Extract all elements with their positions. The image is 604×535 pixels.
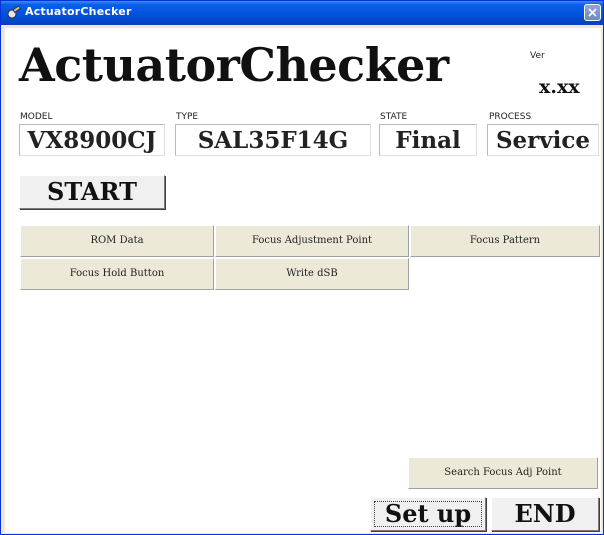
close-button[interactable]: [584, 4, 601, 21]
model-label: MODEL: [20, 112, 53, 122]
model-field: VX8900CJ: [19, 124, 165, 156]
start-button[interactable]: START: [19, 175, 165, 209]
app-title: ActuatorChecker: [19, 38, 449, 92]
type-label: TYPE: [176, 112, 199, 122]
close-icon: [588, 8, 597, 17]
focus-hold-button[interactable]: Focus Hold Button: [20, 258, 214, 290]
focus-adjustment-point-button[interactable]: Focus Adjustment Point: [215, 225, 409, 257]
process-field: Service: [487, 124, 599, 156]
state-label: STATE: [380, 112, 408, 122]
rom-data-button[interactable]: ROM Data: [20, 225, 214, 257]
end-button[interactable]: END: [491, 497, 599, 531]
app-window: ActuatorChecker ActuatorChecker Ver x.xx…: [0, 0, 604, 535]
state-field: Final: [379, 124, 477, 156]
window-title: ActuatorChecker: [25, 5, 132, 18]
version-value: x.xx: [539, 76, 580, 98]
process-label: PROCESS: [489, 112, 532, 122]
main-panel: ActuatorChecker Ver x.xx MODEL VX8900CJ …: [5, 28, 601, 533]
app-icon: [6, 5, 22, 21]
write-dsb-button[interactable]: Write dSB: [215, 258, 409, 290]
setup-button[interactable]: Set up: [370, 497, 486, 531]
type-field: SAL35F14G: [175, 124, 371, 156]
title-bar[interactable]: ActuatorChecker: [1, 1, 603, 25]
version-label: Ver: [530, 51, 545, 61]
search-focus-adj-point-button[interactable]: Search Focus Adj Point: [408, 457, 598, 489]
focus-pattern-button[interactable]: Focus Pattern: [410, 225, 600, 257]
